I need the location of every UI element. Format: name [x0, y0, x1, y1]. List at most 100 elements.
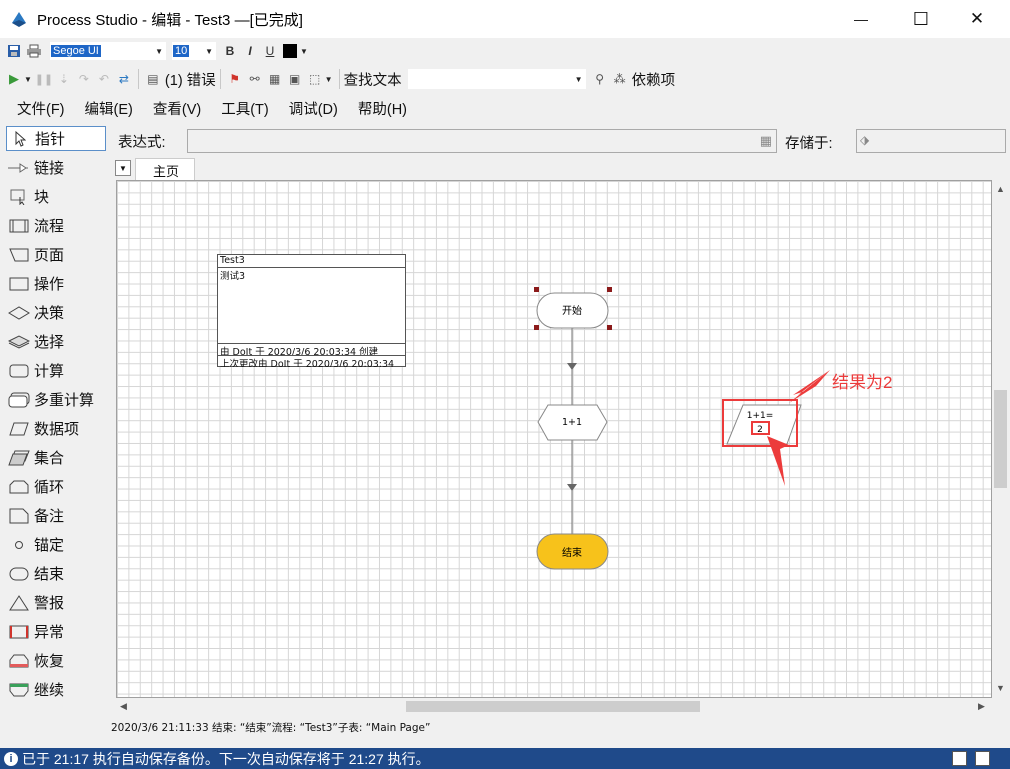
errors-icon[interactable]: ▤ — [143, 69, 163, 89]
tool-end[interactable]: 结束 — [6, 561, 106, 586]
pause-icon[interactable]: ❚❚ — [34, 69, 54, 89]
underline-button[interactable]: U — [260, 41, 280, 61]
tool-data-item[interactable]: 数据项 — [6, 416, 106, 441]
tool-label: 选择 — [34, 334, 65, 351]
action-icon — [8, 275, 30, 293]
selection-handle[interactable] — [607, 287, 612, 292]
tool-pointer[interactable]: 指针 — [6, 126, 106, 151]
print-icon[interactable] — [24, 41, 44, 61]
panel-icon[interactable]: ▣ — [285, 69, 305, 89]
dependencies-icon[interactable]: ⁂ — [610, 69, 630, 89]
tool-note[interactable]: 备注 — [6, 503, 106, 528]
tool-choice[interactable]: 选择 — [6, 329, 106, 354]
errors-button[interactable]: (1) 错误 — [165, 69, 216, 90]
horizontal-scroll-thumb[interactable] — [406, 701, 700, 712]
selection-handle[interactable] — [534, 325, 539, 330]
bold-button[interactable]: B — [220, 41, 240, 61]
menu-debug[interactable]: 调试(D) — [279, 98, 348, 119]
menu-file[interactable]: 文件(F) — [7, 98, 75, 119]
process-canvas[interactable]: Test3 测试3 由 DoIt 于 2020/3/6 20:03:34 创建 … — [116, 180, 992, 698]
tool-label: 继续 — [34, 682, 65, 699]
save-icon[interactable] — [4, 41, 24, 61]
step-over-icon[interactable]: ↷ — [74, 69, 94, 89]
tab-main-page[interactable]: 主页 — [135, 158, 196, 180]
selection-handle[interactable] — [534, 287, 539, 292]
tool-calculation[interactable]: 计算 — [6, 358, 106, 383]
page-icon — [8, 246, 30, 264]
menu-edit[interactable]: 编辑(E) — [75, 98, 143, 119]
tool-page[interactable]: 页面 — [6, 242, 106, 267]
store-in-input[interactable]: ⬗ — [856, 129, 1006, 153]
refresh-icon[interactable]: ⇄ — [114, 69, 134, 89]
tool-block[interactable]: 块 — [6, 184, 106, 209]
horizontal-scrollbar[interactable]: ◀ ▶ — [116, 698, 992, 715]
close-button[interactable]: ✕ — [954, 0, 1000, 38]
chevron-left-icon[interactable]: ◀ — [120, 701, 127, 712]
close-icon: ✕ — [969, 9, 985, 28]
tool-action[interactable]: 操作 — [6, 271, 106, 296]
status-edit-icon[interactable] — [975, 751, 990, 766]
process-icon — [8, 217, 30, 235]
menu-tools[interactable]: 工具(T) — [211, 98, 279, 119]
tool-label: 结束 — [34, 566, 65, 583]
window-title: Process Studio - 编辑 - Test3 —[已完成] — [37, 11, 303, 29]
tool-multi-calculation[interactable]: 多重计算 — [6, 387, 106, 412]
find-icon[interactable]: ⚲ — [590, 69, 610, 89]
chevron-down-icon: ▼ — [119, 163, 127, 173]
vertical-scroll-thumb[interactable] — [994, 390, 1007, 488]
step-out-icon[interactable]: ↶ — [94, 69, 114, 89]
tool-exception[interactable]: 异常 — [6, 619, 106, 644]
tool-resume[interactable]: 继续 — [6, 677, 106, 702]
tool-loop[interactable]: 循环 — [6, 474, 106, 499]
color-picker-button[interactable] — [280, 41, 300, 61]
watch-icon[interactable]: ⚯ — [245, 69, 265, 89]
breakpoint-flag-icon[interactable]: ⚑ — [225, 69, 245, 89]
minimize-button[interactable]: — — [838, 0, 884, 38]
tool-process[interactable]: 流程 — [6, 213, 106, 238]
multi-calculation-icon — [8, 391, 30, 409]
exception-icon — [8, 623, 30, 641]
chevron-down-icon: ▼ — [205, 46, 213, 56]
color-swatch-icon — [283, 44, 297, 58]
tool-link[interactable]: 链接 — [6, 155, 106, 180]
selection-handle[interactable] — [607, 325, 612, 330]
dependencies-button[interactable]: 依赖项 — [632, 69, 676, 90]
chevron-down-icon[interactable]: ▼ — [996, 683, 1005, 693]
chevron-up-icon[interactable]: ▲ — [996, 184, 1005, 194]
font-name-value: Segoe UI — [51, 45, 101, 57]
chevron-right-icon[interactable]: ▶ — [978, 701, 985, 712]
chevron-down-icon[interactable]: ▼ — [24, 75, 34, 84]
tool-decision[interactable]: 决策 — [6, 300, 106, 325]
grid-icon[interactable]: ▦ — [265, 69, 285, 89]
end-icon — [8, 565, 30, 583]
font-size-select[interactable]: 10 ▼ — [172, 42, 216, 60]
italic-button[interactable]: I — [240, 41, 260, 61]
tool-alert[interactable]: 警报 — [6, 590, 106, 615]
expression-input[interactable]: ▦ — [187, 129, 777, 153]
resume-icon — [8, 681, 30, 699]
note-icon — [8, 507, 30, 525]
tool-anchor[interactable]: 锚定 — [6, 532, 106, 557]
calculator-icon[interactable]: ▦ — [760, 133, 772, 149]
tool-recover[interactable]: 恢复 — [6, 648, 106, 673]
vertical-scrollbar[interactable]: ▲ ▼ — [992, 180, 1009, 698]
font-name-select[interactable]: Segoe UI ▼ — [50, 42, 166, 60]
data-item-icon — [8, 420, 30, 438]
select-area-icon[interactable]: ⬚ — [305, 69, 325, 89]
tab-list-dropdown[interactable]: ▼ — [115, 160, 131, 176]
menu-help[interactable]: 帮助(H) — [348, 98, 417, 119]
maximize-button[interactable]: ☐ — [898, 0, 944, 38]
tool-collection[interactable]: 集合 — [6, 445, 106, 470]
chevron-down-icon[interactable]: ▼ — [300, 47, 310, 56]
run-icon[interactable]: ▶ — [4, 69, 24, 89]
tool-label: 多重计算 — [34, 392, 95, 409]
annotation-text: 结果为2 — [832, 373, 893, 392]
find-text-input[interactable]: ▼ — [407, 69, 586, 89]
status-panel-icon[interactable] — [952, 751, 967, 766]
menu-view[interactable]: 查看(V) — [143, 98, 211, 119]
toolbar-separator — [338, 69, 340, 89]
pointer-icon — [9, 130, 31, 148]
step-icon[interactable]: ⇣ — [54, 69, 74, 89]
chevron-down-icon: ▼ — [155, 46, 163, 56]
chevron-down-icon[interactable]: ▼ — [325, 75, 335, 84]
